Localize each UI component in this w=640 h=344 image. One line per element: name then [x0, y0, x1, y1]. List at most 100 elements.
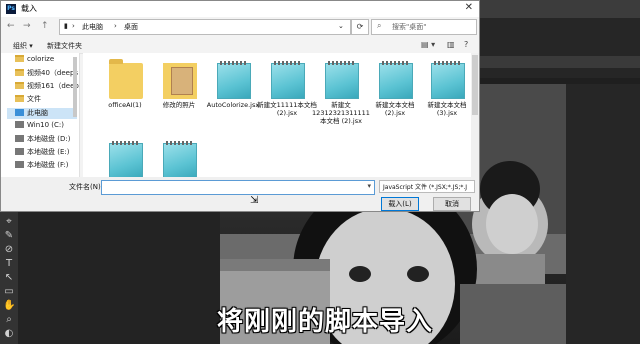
file-list: officeAI(1) 修改的照片 AutoColorize.jsx 新建文11… — [83, 53, 479, 179]
dialog-titlebar: Ps 载入 ✕ — [1, 1, 479, 17]
file-item[interactable]: 修改的照片 — [153, 57, 205, 127]
mouse-cursor-icon: ⇲ — [250, 195, 259, 206]
drive-icon — [15, 148, 24, 155]
type-tool-icon[interactable]: T — [3, 258, 15, 270]
address-row: ← → ↑ ▮ › 此电脑 › 桌面 ⌄ ⟳ ⌕ 搜索"桌面" — [1, 17, 479, 37]
chevron-right-icon: › — [114, 22, 117, 30]
jsx-file-icon — [325, 61, 359, 99]
file-list-scrollbar[interactable] — [471, 53, 479, 177]
breadcrumb-this-pc[interactable]: 此电脑 — [82, 22, 103, 32]
organize-button[interactable]: 组织 ▾ — [13, 41, 33, 51]
sidebar-scrollbar[interactable] — [73, 57, 77, 117]
sidebar-item-files[interactable]: 文件 — [15, 94, 41, 105]
address-bar[interactable]: ▮ › 此电脑 › 桌面 ⌄ — [59, 19, 351, 35]
sidebar-item-this-pc[interactable]: 此电脑 — [7, 108, 77, 119]
file-label: 新建文本文档 (2).jsx — [375, 101, 415, 117]
up-arrow-icon[interactable]: ↑ — [41, 21, 49, 31]
drive-icon — [15, 135, 24, 142]
file-label: 修改的照片 — [162, 101, 196, 109]
sidebar-item-c-drive[interactable]: Win10 (C:) — [15, 121, 64, 132]
folder-icon — [15, 95, 24, 102]
image-folder-icon — [163, 63, 197, 99]
shape-tool-icon[interactable]: ▭ — [3, 286, 15, 298]
drive-icon — [15, 161, 24, 168]
file-item[interactable]: 新建文本文档 (3).jsx — [421, 57, 473, 127]
sidebar-item-label: Win10 (C:) — [27, 121, 64, 129]
pc-icon — [15, 109, 24, 116]
command-bar: 组织 ▾ 新建文件夹 ▤ ▾ ▥ ? — [1, 39, 479, 54]
file-item[interactable]: officeAI(1) — [99, 57, 151, 127]
file-item[interactable]: 新建文11111本文档 (2).jsx — [257, 57, 317, 127]
filename-input[interactable]: ▾ — [101, 180, 375, 195]
sidebar-item-video161[interactable]: 视频161（deep — [15, 81, 79, 92]
load-button[interactable]: 载入(L) — [381, 197, 419, 211]
dialog-title: 载入 — [21, 4, 37, 13]
jsx-file-icon — [271, 61, 305, 99]
file-label: 新建文11111本文档 (2).jsx — [257, 101, 317, 117]
jsx-file-icon — [163, 141, 197, 179]
sidebar-item-colorize[interactable]: colorize — [15, 55, 54, 66]
ps-toolbar: ✥ ⌖ ✎ ⊘ T ↖ ▭ ✋ ⌕ ◐ — [0, 200, 18, 344]
close-icon[interactable]: ✕ — [465, 2, 473, 13]
scrollbar-thumb[interactable] — [472, 55, 478, 115]
dialog-footer: 文件名(N): ▾ JavaScript 文件 (*.JSX;*.JS;*.J … — [1, 177, 479, 211]
refresh-button[interactable]: ⟳ — [351, 19, 369, 35]
back-arrow-icon[interactable]: ← — [7, 21, 15, 31]
sidebar-item-d-drive[interactable]: 本地磁盘 (D:) — [15, 134, 70, 145]
sidebar-item-label: 视频161（deep — [27, 82, 79, 90]
photoshop-icon: Ps — [6, 4, 16, 14]
file-label: officeAI(1) — [108, 101, 142, 109]
sidebar-item-label: 本地磁盘 (F:) — [27, 161, 69, 169]
jsx-file-icon — [217, 61, 251, 99]
hand-tool-icon[interactable]: ✋ — [3, 300, 15, 312]
sidebar-item-e-drive[interactable]: 本地磁盘 (E:) — [15, 147, 69, 158]
file-label: 新建文12312321311111本文档 (2).jsx — [312, 101, 370, 125]
breadcrumb-desktop[interactable]: 桌面 — [124, 22, 138, 32]
sidebar-item-label: 本地磁盘 (D:) — [27, 135, 71, 143]
chevron-down-icon[interactable]: ⌄ — [338, 22, 344, 30]
sidebar-item-label: 此电脑 — [27, 109, 48, 117]
new-folder-button[interactable]: 新建文件夹 — [47, 41, 82, 51]
zoom-tool-icon[interactable]: ⌕ — [3, 314, 15, 326]
file-label: AutoColorize.jsx — [206, 101, 260, 109]
search-input[interactable]: ⌕ 搜索"桌面" — [371, 19, 477, 35]
drive-icon — [15, 121, 24, 128]
file-item[interactable]: AutoColorize.jsx — [207, 57, 259, 127]
folder-icon — [15, 82, 24, 89]
sidebar-item-label: colorize — [27, 55, 55, 63]
ps-workspace — [18, 200, 220, 344]
load-dialog: Ps 载入 ✕ ← → ↑ ▮ › 此电脑 › 桌面 ⌄ ⟳ ⌕ 搜索"桌面" … — [0, 0, 480, 212]
preview-pane-icon[interactable]: ▥ — [447, 40, 455, 49]
sidebar-item-label: 本地磁盘 (E:) — [27, 148, 70, 156]
filename-label: 文件名(N): — [69, 183, 104, 191]
search-icon: ⌕ — [377, 21, 382, 30]
video-subtitle: 将刚刚的脚本导入 — [216, 307, 433, 337]
file-item[interactable]: 新建文本文档 (2).jsx — [369, 57, 421, 127]
sidebar-item-video40[interactable]: 视频40（deeps — [15, 68, 78, 79]
brush-tool-icon[interactable]: ✎ — [3, 230, 15, 242]
help-icon[interactable]: ? — [464, 40, 468, 49]
file-item[interactable]: 新建文12312321311111本文档 (2).jsx — [312, 57, 370, 127]
path-select-tool-icon[interactable]: ↖ — [3, 272, 15, 284]
folder-icon — [15, 55, 24, 62]
eraser-tool-icon[interactable]: ⊘ — [3, 244, 15, 256]
jsx-file-icon — [379, 61, 413, 99]
navigation-pane: colorize 视频40（deeps 视频161（deep 文件 此电脑 Wi… — [1, 53, 80, 177]
select-tool-icon[interactable]: ⌖ — [3, 216, 15, 228]
filetype-select[interactable]: JavaScript 文件 (*.JSX;*.JS;*.J — [379, 180, 475, 193]
chevron-down-icon[interactable]: ▾ — [367, 182, 371, 190]
color-swatch-icon[interactable]: ◐ — [3, 328, 15, 340]
ps-panel-tabs[interactable] — [470, 56, 640, 68]
chevron-right-icon: › — [72, 22, 75, 30]
sidebar-item-label: 视频40（deeps — [27, 69, 79, 77]
sidebar-item-label: 文件 — [27, 95, 41, 103]
forward-arrow-icon[interactable]: → — [23, 21, 31, 31]
jsx-file-icon — [431, 61, 465, 99]
cancel-button[interactable]: 取消 — [433, 197, 471, 211]
file-label: 新建文本文档 (3).jsx — [427, 101, 467, 117]
folder-icon: ▮ — [64, 22, 68, 30]
view-options-icon[interactable]: ▤ ▾ — [421, 40, 435, 49]
folder-icon — [15, 69, 24, 76]
jsx-file-icon — [109, 141, 143, 179]
sidebar-item-f-drive[interactable]: 本地磁盘 (F:) — [15, 160, 69, 171]
